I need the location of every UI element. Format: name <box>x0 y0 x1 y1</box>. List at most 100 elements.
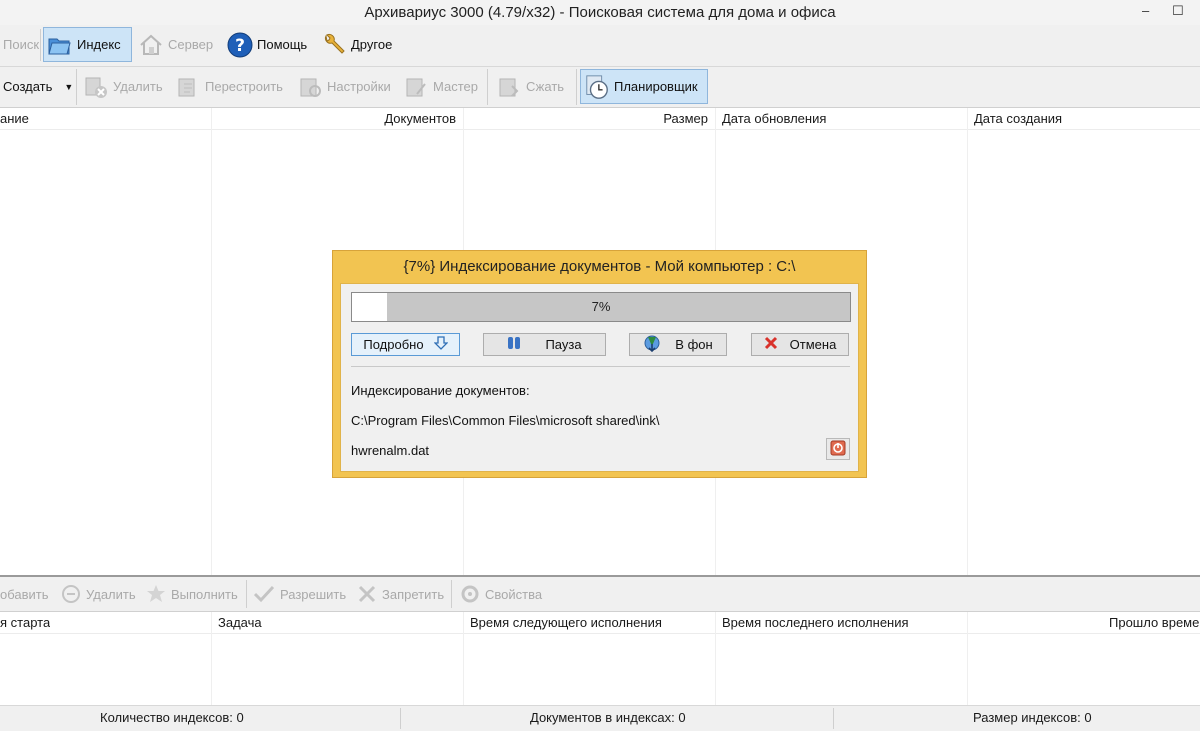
wizard-label: Мастер <box>433 79 478 94</box>
details-button-label: Подробно <box>363 337 424 352</box>
window-title: Архивариус 3000 (4.79/x32) - Поисковая с… <box>364 4 836 21</box>
status-docs-count: Документов в индексах: 0 <box>530 710 686 725</box>
disable-task-button[interactable]: Запретить <box>356 581 444 607</box>
index-tab-label: Индекс <box>77 37 121 52</box>
index-folder-icon <box>47 32 73 58</box>
dialog-divider <box>351 366 850 367</box>
main-toolbar: Поиск Индекс Сервер ? Помощь Другое <box>0 25 1200 67</box>
help-tab-label: Помощь <box>257 37 308 52</box>
wrench-icon <box>321 32 347 58</box>
compress-label: Сжать <box>526 79 565 94</box>
status-separator <box>833 708 834 729</box>
dropdown-arrow-icon: ▼ <box>64 81 74 92</box>
task-properties-button[interactable]: Свойства <box>459 581 542 607</box>
column-documents[interactable]: Документов <box>213 108 456 129</box>
create-index-button[interactable]: Создать ▼ <box>0 69 76 104</box>
details-button[interactable]: Подробно <box>351 333 460 356</box>
enable-task-label: Разрешить <box>280 586 347 602</box>
column-updated[interactable]: Дата обновления <box>722 108 826 129</box>
delete-task-icon <box>60 581 82 607</box>
stop-button[interactable] <box>826 438 850 460</box>
run-task-label: Выполнить <box>171 586 238 602</box>
column-divider <box>715 612 716 705</box>
column-created[interactable]: Дата создания <box>974 108 1062 129</box>
column-name[interactable]: ание <box>0 108 29 129</box>
column-last-run[interactable]: Время последнего исполнения <box>722 612 909 633</box>
run-star-icon <box>145 581 167 607</box>
rebuild-icon <box>175 74 201 100</box>
settings-icon <box>297 74 323 100</box>
delete-task-label: Удалить <box>86 586 136 602</box>
scheduler-button[interactable]: Планировщик <box>580 69 708 104</box>
svg-text:?: ? <box>235 36 245 56</box>
task-properties-label: Свойства <box>485 586 543 602</box>
compress-button[interactable]: Сжать <box>493 69 567 104</box>
server-tab[interactable]: Сервер <box>135 27 216 62</box>
dialog-body: 7% Подробно Пауза В фон Отмена Индексиро… <box>340 283 859 472</box>
cancel-button-label: Отмена <box>789 337 837 352</box>
pause-button-label: Пауза <box>545 337 582 352</box>
wizard-icon <box>403 74 429 100</box>
column-size[interactable]: Размер <box>465 108 708 129</box>
toolbar-separator <box>576 69 577 105</box>
index-settings-button[interactable]: Настройки <box>294 69 394 104</box>
toolbar-separator <box>451 580 452 608</box>
indexing-dialog: {7%} Индексирование документов - Мой ком… <box>332 250 867 478</box>
clock-icon <box>584 74 610 100</box>
pause-button[interactable]: Пауза <box>483 333 606 356</box>
current-file-text: hwrenalm.dat <box>351 443 430 458</box>
task-table-header: я старта Задача Время следующего исполне… <box>0 612 1200 634</box>
rebuild-index-button[interactable]: Перестроить <box>172 69 286 104</box>
toolbar-separator <box>40 29 41 61</box>
progress-bar: 7% <box>351 292 851 322</box>
minimize-button[interactable]: – <box>1142 0 1149 25</box>
help-question-icon: ? <box>227 32 253 58</box>
cross-icon <box>356 581 378 607</box>
toolbar-separator <box>76 69 77 105</box>
other-tab[interactable]: Другое <box>318 27 395 62</box>
column-task[interactable]: Задача <box>218 612 262 633</box>
delete-task-button[interactable]: Удалить <box>60 581 136 607</box>
cancel-x-icon <box>764 336 778 353</box>
background-button[interactable]: В фон <box>629 333 727 356</box>
index-toolbar: Создать ▼ Удалить Перестроить Настройки … <box>0 67 1200 108</box>
progress-label: 7% <box>591 299 611 314</box>
wizard-button[interactable]: Мастер <box>400 69 481 104</box>
delete-index-button[interactable]: Удалить <box>80 69 166 104</box>
toolbar-separator <box>487 69 488 105</box>
stop-icon <box>830 440 846 459</box>
column-next-run[interactable]: Время следующего исполнения <box>470 612 662 633</box>
column-divider <box>211 612 212 705</box>
background-button-label: В фон <box>675 337 713 352</box>
enable-task-button[interactable]: Разрешить <box>252 581 346 607</box>
current-path-text: C:\Program Files\Common Files\microsoft … <box>351 413 660 428</box>
index-table-header: ание Документов Размер Дата обновления Д… <box>0 108 1200 130</box>
cancel-button[interactable]: Отмена <box>751 333 849 356</box>
add-task-label: обавить <box>0 586 49 602</box>
status-index-count: Количество индексов: 0 <box>100 710 244 725</box>
rebuild-index-label: Перестроить <box>205 79 283 94</box>
scheduler-label: Планировщик <box>614 79 698 94</box>
help-tab[interactable]: ? Помощь <box>224 27 310 62</box>
window-titlebar: Архивариус 3000 (4.79/x32) - Поисковая с… <box>0 0 1200 26</box>
toolbar-separator <box>246 580 247 608</box>
server-tab-label: Сервер <box>168 37 214 52</box>
column-divider <box>211 108 212 575</box>
server-house-icon <box>138 32 164 58</box>
arrow-down-icon <box>433 336 449 353</box>
maximize-button[interactable]: ☐ <box>1172 0 1184 25</box>
search-tab[interactable]: Поиск <box>0 27 42 62</box>
other-tab-label: Другое <box>351 37 393 52</box>
index-tab[interactable]: Индекс <box>43 27 132 62</box>
properties-gear-icon <box>459 581 481 607</box>
column-elapsed[interactable]: Прошло времен <box>1109 612 1200 633</box>
run-task-button[interactable]: Выполнить <box>145 581 238 607</box>
dialog-title: {7%} Индексирование документов - Мой ком… <box>403 258 796 275</box>
add-task-button[interactable]: обавить <box>0 581 49 607</box>
status-separator <box>400 708 401 729</box>
index-settings-label: Настройки <box>327 79 391 94</box>
create-index-label: Создать <box>3 79 53 94</box>
status-bar: Количество индексов: 0 Документов в инде… <box>0 705 1200 731</box>
column-start-time[interactable]: я старта <box>0 612 50 633</box>
search-tab-label: Поиск <box>3 37 40 52</box>
